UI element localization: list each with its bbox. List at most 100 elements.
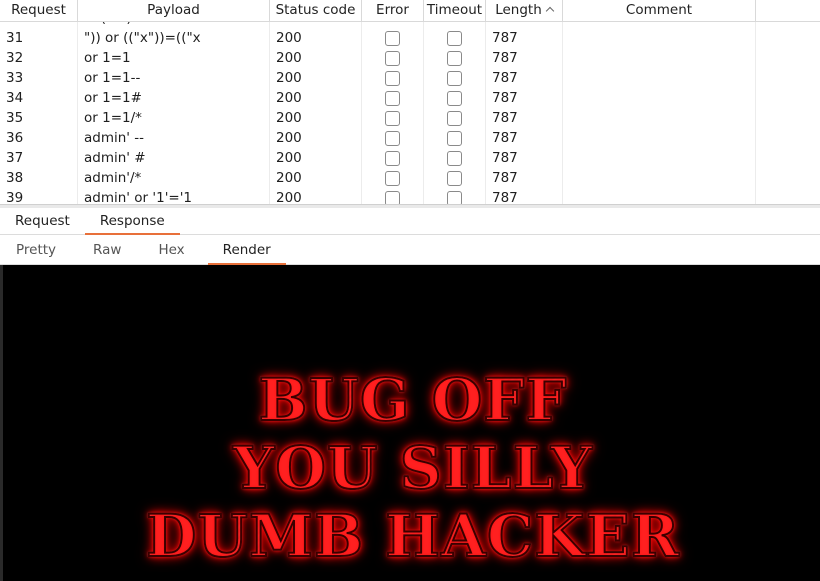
table-row[interactable]: 33 or 1=1-- 200 787 bbox=[0, 68, 820, 88]
table-row[interactable]: 35 or 1=1/* 200 787 bbox=[0, 108, 820, 128]
table-row[interactable]: 32 or 1=1 200 787 bbox=[0, 48, 820, 68]
cell-comment bbox=[563, 28, 756, 48]
cell-timeout bbox=[424, 168, 486, 188]
tab-response[interactable]: Response bbox=[84, 208, 180, 235]
cell-request: 33 bbox=[0, 68, 78, 88]
timeout-checkbox[interactable] bbox=[447, 70, 462, 86]
cell-error bbox=[362, 148, 424, 168]
cell-length: 787 bbox=[486, 168, 563, 188]
timeout-checkbox[interactable] bbox=[447, 90, 462, 106]
cell-status: 200 bbox=[270, 148, 362, 168]
table-row[interactable]: 37 admin' # 200 787 bbox=[0, 148, 820, 168]
error-checkbox[interactable] bbox=[385, 150, 400, 166]
tab-render[interactable]: Render bbox=[207, 236, 286, 265]
timeout-checkbox[interactable] bbox=[447, 130, 462, 146]
cell-request: 32 bbox=[0, 48, 78, 68]
tab-pretty[interactable]: Pretty bbox=[2, 236, 70, 265]
cell-request: 36 bbox=[0, 128, 78, 148]
timeout-checkbox[interactable] bbox=[447, 150, 462, 166]
cell-timeout bbox=[424, 88, 486, 108]
cell-filler bbox=[756, 108, 820, 128]
cell-error bbox=[362, 128, 424, 148]
cell-timeout bbox=[424, 128, 486, 148]
column-header-timeout[interactable]: Timeout bbox=[424, 0, 486, 22]
cell-error bbox=[362, 88, 424, 108]
timeout-checkbox[interactable] bbox=[447, 30, 462, 46]
cell-status: 200 bbox=[270, 128, 362, 148]
cell-error bbox=[362, 48, 424, 68]
cell-error bbox=[362, 68, 424, 88]
cell-comment bbox=[563, 108, 756, 128]
render-pane: BUG OFF YOU SILLY DUMB HACKER bbox=[0, 265, 820, 581]
error-checkbox[interactable] bbox=[385, 30, 400, 46]
cell-error bbox=[362, 28, 424, 48]
table-row[interactable]: 34 or 1=1# 200 787 bbox=[0, 88, 820, 108]
table-row[interactable]: 36 admin' -- 200 787 bbox=[0, 128, 820, 148]
cell-filler bbox=[756, 128, 820, 148]
error-checkbox[interactable] bbox=[385, 90, 400, 106]
tab-raw[interactable]: Raw bbox=[79, 236, 135, 265]
cell-comment bbox=[563, 128, 756, 148]
table-row[interactable]: 38 admin'/* 200 787 bbox=[0, 168, 820, 188]
cell-comment bbox=[563, 148, 756, 168]
cell-comment bbox=[563, 88, 756, 108]
cell-length: 787 bbox=[486, 188, 563, 205]
column-header-request[interactable]: Request bbox=[0, 0, 78, 22]
timeout-checkbox[interactable] bbox=[447, 110, 462, 126]
cell-filler bbox=[756, 28, 820, 48]
tab-request[interactable]: Request bbox=[0, 208, 85, 235]
error-checkbox[interactable] bbox=[385, 170, 400, 186]
table-header: Request Payload Status code Error Timeou… bbox=[0, 0, 820, 22]
cell-timeout bbox=[424, 188, 486, 205]
view-tabs: Pretty Raw Hex Render bbox=[0, 236, 820, 265]
cell-comment bbox=[563, 168, 756, 188]
cell-filler bbox=[756, 188, 820, 205]
cell-payload: or 1=1-- bbox=[78, 68, 270, 88]
error-checkbox[interactable] bbox=[385, 70, 400, 86]
banner-line-3: DUMB HACKER bbox=[3, 501, 820, 571]
table-row[interactable]: 31 ")) or (("x"))=(("x 200 787 bbox=[0, 28, 820, 48]
cell-comment bbox=[563, 48, 756, 68]
timeout-checkbox[interactable] bbox=[447, 170, 462, 186]
cell-filler bbox=[756, 168, 820, 188]
cell-request: 35 bbox=[0, 108, 78, 128]
cell-payload: admin'/* bbox=[78, 168, 270, 188]
cell-timeout bbox=[424, 48, 486, 68]
cell-length: 787 bbox=[486, 128, 563, 148]
timeout-checkbox[interactable] bbox=[447, 50, 462, 66]
column-header-status-code[interactable]: Status code bbox=[270, 0, 362, 22]
cell-length: 787 bbox=[486, 48, 563, 68]
cell-timeout bbox=[424, 28, 486, 48]
cell-filler bbox=[756, 68, 820, 88]
timeout-checkbox[interactable] bbox=[447, 190, 462, 205]
table-row[interactable]: 39 admin' or '1'='1 200 787 bbox=[0, 188, 820, 205]
column-header-payload[interactable]: Payload bbox=[78, 0, 270, 22]
sort-ascending-icon bbox=[545, 6, 555, 16]
cell-request: 39 bbox=[0, 188, 78, 205]
cell-filler bbox=[756, 148, 820, 168]
column-header-comment[interactable]: Comment bbox=[563, 0, 756, 22]
column-header-error[interactable]: Error bbox=[362, 0, 424, 22]
banner-line-1: BUG OFF bbox=[3, 365, 820, 435]
cell-status: 200 bbox=[270, 28, 362, 48]
cell-error bbox=[362, 188, 424, 205]
table-body: "" ("x") " 31 ")) or (("x"))=(("x 200 78… bbox=[0, 8, 820, 205]
cell-length: 787 bbox=[486, 88, 563, 108]
cell-status: 200 bbox=[270, 88, 362, 108]
cell-length: 787 bbox=[486, 148, 563, 168]
cell-payload: ")) or (("x"))=(("x bbox=[78, 28, 270, 48]
cell-filler bbox=[756, 88, 820, 108]
error-checkbox[interactable] bbox=[385, 110, 400, 126]
error-checkbox[interactable] bbox=[385, 130, 400, 146]
cell-request: 37 bbox=[0, 148, 78, 168]
error-checkbox[interactable] bbox=[385, 190, 400, 205]
cell-error bbox=[362, 168, 424, 188]
cell-payload: admin' or '1'='1 bbox=[78, 188, 270, 205]
banner-line-2: YOU SILLY bbox=[3, 433, 820, 503]
column-header-length[interactable]: Length bbox=[486, 0, 563, 22]
tab-hex[interactable]: Hex bbox=[144, 236, 198, 265]
cell-length: 787 bbox=[486, 68, 563, 88]
cell-status: 200 bbox=[270, 68, 362, 88]
error-checkbox[interactable] bbox=[385, 50, 400, 66]
column-header-length-label: Length bbox=[495, 2, 542, 18]
